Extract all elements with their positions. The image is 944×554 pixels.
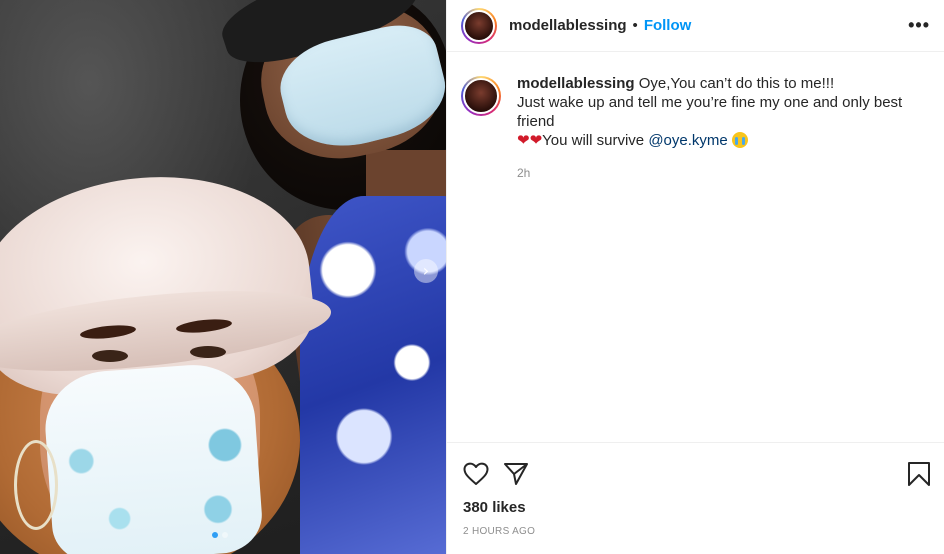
photo-eye-left bbox=[92, 350, 128, 362]
caption-line-1: Oye,You can’t do this to me!!! bbox=[638, 75, 835, 92]
carousel-dot-active bbox=[212, 532, 218, 538]
post-header: modellablessing • Follow ••• bbox=[447, 0, 944, 52]
posted-time[interactable]: 2 HOURS AGO bbox=[447, 516, 944, 537]
likes-count[interactable]: 380 likes bbox=[447, 493, 944, 516]
crying-face-emoji-icon bbox=[731, 132, 748, 148]
photo-eye-right bbox=[190, 346, 226, 358]
caption-comment: modellablessing Oye,You can’t do this to… bbox=[447, 52, 944, 183]
red-heart-emoji-icon: ❤❤ bbox=[517, 131, 543, 149]
avatar-image bbox=[463, 9, 495, 42]
caption-line-3: You will survive bbox=[542, 132, 649, 149]
author-avatar[interactable] bbox=[461, 7, 497, 44]
photo-person-back-dress bbox=[300, 196, 446, 554]
carousel-dot bbox=[222, 532, 228, 538]
more-options-icon[interactable]: ••• bbox=[908, 15, 930, 36]
caption-timestamp[interactable]: 2h bbox=[517, 164, 930, 183]
post-actions-section: 380 likes 2 HOURS AGO bbox=[447, 442, 944, 537]
save-bookmark-icon[interactable] bbox=[907, 461, 931, 487]
header-separator: • bbox=[632, 17, 638, 34]
caption-username[interactable]: modellablessing bbox=[517, 75, 635, 92]
caption-text: modellablessing Oye,You can’t do this to… bbox=[517, 74, 930, 183]
like-heart-icon[interactable] bbox=[463, 462, 489, 486]
photo-earring bbox=[14, 440, 58, 530]
photo-mask-print bbox=[56, 413, 254, 547]
share-paper-plane-icon[interactable] bbox=[503, 462, 529, 486]
caption-avatar[interactable] bbox=[461, 76, 501, 116]
avatar-image bbox=[463, 78, 499, 114]
carousel-indicator bbox=[212, 532, 228, 538]
post-detail-panel: modellablessing • Follow ••• modellables… bbox=[446, 0, 944, 554]
caption-mention-link[interactable]: @oye.kyme bbox=[648, 132, 727, 149]
author-username[interactable]: modellablessing bbox=[509, 17, 627, 34]
follow-button[interactable]: Follow bbox=[644, 17, 692, 34]
post-photo[interactable]: › bbox=[0, 0, 446, 554]
carousel-next-button[interactable]: › bbox=[414, 259, 438, 283]
action-bar bbox=[447, 443, 944, 493]
caption-line-2: Just wake up and tell me you’re fine my … bbox=[517, 94, 903, 130]
